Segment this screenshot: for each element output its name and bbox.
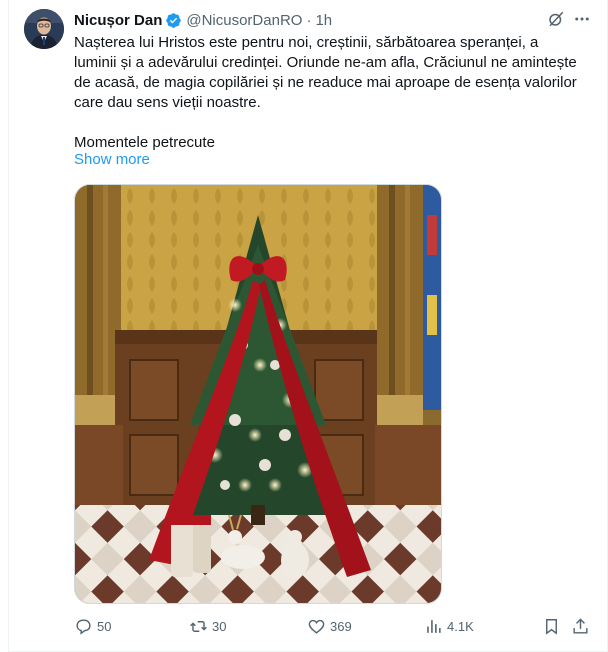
- views-button[interactable]: 4.1K: [424, 614, 474, 638]
- tweet-header: Nicușor Dan @NicusorDanRO · 1h: [74, 10, 332, 30]
- views-icon: [427, 619, 441, 633]
- tweet-text: Nașterea lui Hristos este pentru noi, cr…: [74, 33, 579, 153]
- reply-icon: [76, 618, 91, 635]
- user-handle[interactable]: @NicusorDanRO: [186, 12, 302, 29]
- like-button[interactable]: 369: [307, 614, 352, 638]
- reply-button[interactable]: 50: [74, 614, 111, 638]
- reply-count: 50: [97, 618, 112, 634]
- tweet-paragraph-1: Nașterea lui Hristos este pentru noi, cr…: [74, 34, 577, 111]
- tweet-actions: 50 30 369 4.1K: [74, 614, 594, 638]
- grok-icon[interactable]: [547, 10, 565, 28]
- show-more-link[interactable]: Show more: [74, 151, 150, 168]
- repost-button[interactable]: 30: [189, 614, 226, 638]
- repost-count: 30: [212, 618, 227, 634]
- avatar[interactable]: [24, 9, 64, 49]
- bookmark-button[interactable]: [542, 614, 561, 638]
- like-icon: [308, 619, 325, 634]
- tweet-time[interactable]: 1h: [315, 12, 332, 29]
- display-name[interactable]: Nicușor Dan: [74, 12, 162, 29]
- share-button[interactable]: [571, 614, 590, 638]
- tweet-image[interactable]: [74, 184, 442, 604]
- more-icon[interactable]: [572, 9, 592, 29]
- separator-dot: ·: [306, 11, 312, 29]
- tweet-paragraph-2: Momentele petrecute: [74, 134, 215, 151]
- repost-icon: [190, 620, 207, 632]
- verified-badge-icon: [165, 12, 182, 29]
- views-count: 4.1K: [447, 618, 474, 634]
- bookmark-icon: [546, 618, 557, 635]
- like-count: 369: [330, 618, 352, 634]
- share-icon: [573, 617, 588, 634]
